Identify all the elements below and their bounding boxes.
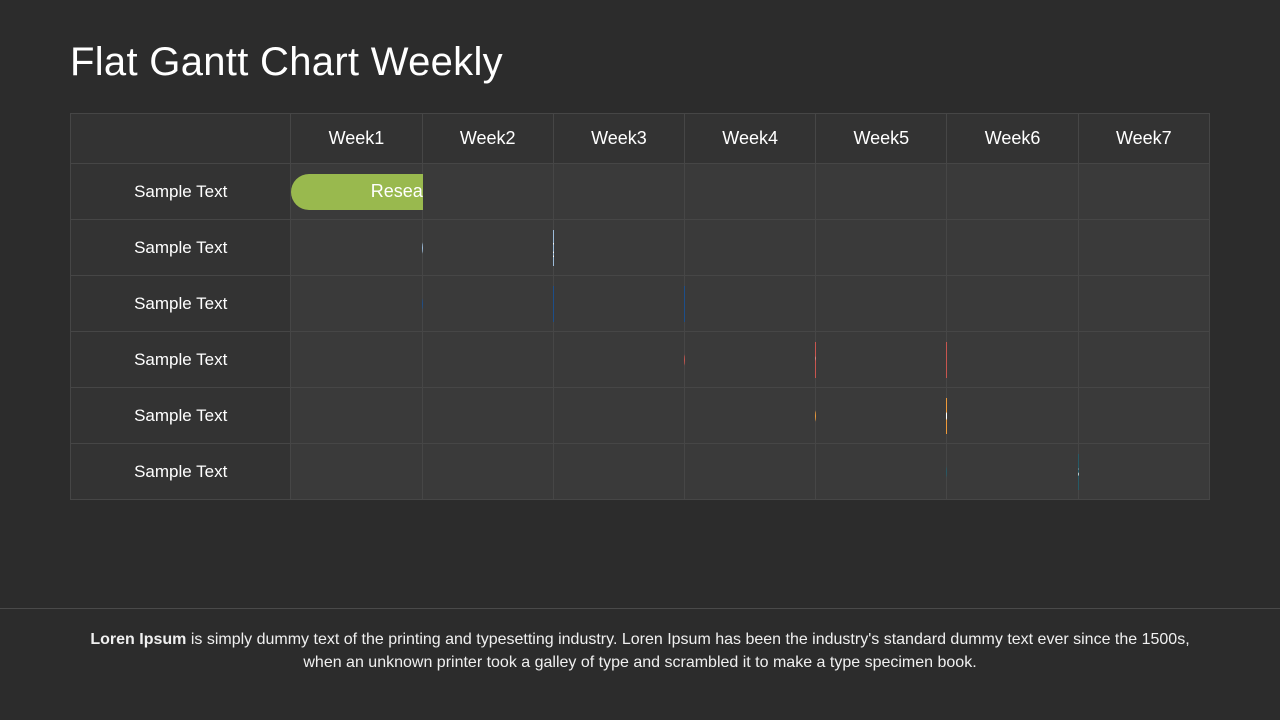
gantt-cell [947,332,1078,388]
gantt-cell [1078,444,1209,500]
gantt-cell [947,388,1078,444]
gantt-cell [947,276,1078,332]
col-header: Week6 [947,114,1078,164]
gantt-cell [685,444,816,500]
gantt-row: Sample TextDeveloping [71,332,1210,388]
gantt-header-row: Week1 Week2 Week3 Week4 Week5 Week6 Week… [71,114,1210,164]
gantt-cell [422,388,553,444]
gantt-row: Sample TextLayout [71,276,1210,332]
gantt-cell [422,332,553,388]
gantt-cell [422,164,553,220]
gantt-cell [1078,220,1209,276]
row-label: Sample Text [71,276,291,332]
gantt-cell [816,444,947,500]
gantt-cell [553,220,684,276]
col-header: Week4 [685,114,816,164]
footer-rest: is simply dummy text of the printing and… [186,631,1189,671]
row-label: Sample Text [71,388,291,444]
gantt-cell [947,164,1078,220]
gantt-cell [685,164,816,220]
gantt-track: Finishing [291,444,421,499]
gantt-cell [553,444,684,500]
divider [0,608,1280,609]
gantt-cell [553,388,684,444]
footer-bold: Loren Ipsum [90,631,186,648]
gantt-row: Sample TextUpload [71,388,1210,444]
gantt-cell [816,276,947,332]
footer-text: Loren Ipsum is simply dummy text of the … [70,628,1210,674]
gantt-cell [685,276,816,332]
gantt-cell [422,220,553,276]
gantt-cell: Design [291,220,422,276]
gantt-cell [1078,164,1209,220]
gantt-cell [947,444,1078,500]
row-label: Sample Text [71,332,291,388]
gantt-cell: Developing [291,332,422,388]
gantt-cell [422,276,553,332]
gantt-cell [816,332,947,388]
gantt-cell [947,220,1078,276]
col-header: Week3 [553,114,684,164]
gantt-cell: Finishing [291,444,422,500]
col-header: Week1 [291,114,422,164]
slide: Flat Gantt Chart Weekly Week1 Week2 Week… [0,0,1280,720]
gantt-cell [816,220,947,276]
gantt-chart: Week1 Week2 Week3 Week4 Week5 Week6 Week… [70,113,1210,500]
gantt-track: Design [291,220,421,275]
col-header: Week2 [422,114,553,164]
gantt-cell [1078,276,1209,332]
gantt-cell [685,388,816,444]
row-label: Sample Text [71,220,291,276]
page-title: Flat Gantt Chart Weekly [70,40,1210,85]
gantt-cell [422,444,553,500]
gantt-cell [816,164,947,220]
gantt-track: Upload [291,388,421,443]
gantt-cell [1078,332,1209,388]
gantt-cell: Upload [291,388,422,444]
gantt-cell [685,220,816,276]
gantt-track: Layout [291,276,421,331]
gantt-cell: Research [291,164,422,220]
gantt-cell [553,164,684,220]
gantt-cell [553,332,684,388]
gantt-cell [816,388,947,444]
col-header: Week5 [816,114,947,164]
gantt-cell [685,332,816,388]
gantt-cell: Layout [291,276,422,332]
row-label: Sample Text [71,444,291,500]
gantt-corner-cell [71,114,291,164]
gantt-row: Sample TextResearch [71,164,1210,220]
gantt-cell [1078,388,1209,444]
col-header: Week7 [1078,114,1209,164]
gantt-row: Sample TextDesign [71,220,1210,276]
gantt-track: Developing [291,332,421,387]
gantt-row: Sample TextFinishing [71,444,1210,500]
gantt-cell [553,276,684,332]
gantt-track: Research [291,164,421,219]
row-label: Sample Text [71,164,291,220]
